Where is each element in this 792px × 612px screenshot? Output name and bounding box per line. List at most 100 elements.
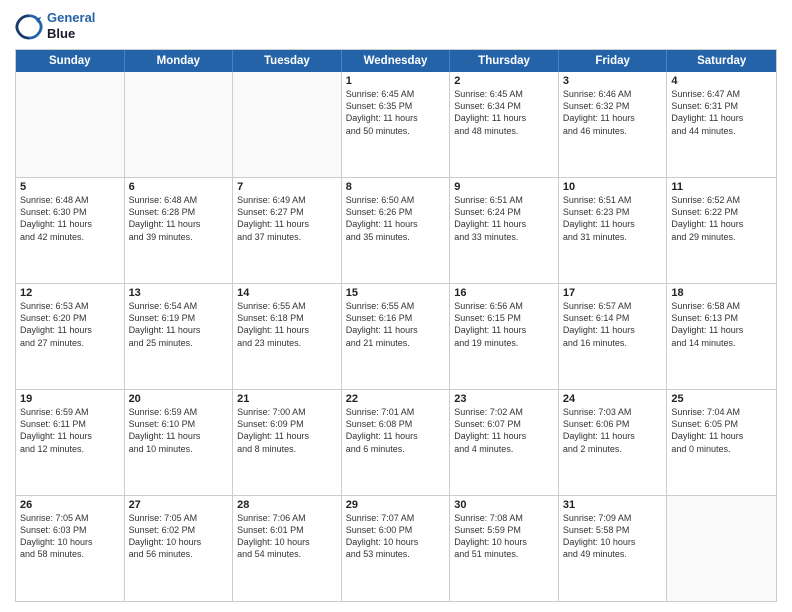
day-cell: 22Sunrise: 7:01 AMSunset: 6:08 PMDayligh… xyxy=(342,390,451,495)
day-number: 13 xyxy=(129,287,229,299)
day-number: 20 xyxy=(129,393,229,405)
day-info: Sunrise: 6:55 AMSunset: 6:18 PMDaylight:… xyxy=(237,300,337,349)
day-number: 9 xyxy=(454,181,554,193)
day-cell: 25Sunrise: 7:04 AMSunset: 6:05 PMDayligh… xyxy=(667,390,776,495)
day-cell: 27Sunrise: 7:05 AMSunset: 6:02 PMDayligh… xyxy=(125,496,234,601)
day-info: Sunrise: 7:04 AMSunset: 6:05 PMDaylight:… xyxy=(671,406,772,455)
day-number: 29 xyxy=(346,499,446,511)
day-number: 26 xyxy=(20,499,120,511)
day-number: 3 xyxy=(563,75,663,87)
day-cell: 23Sunrise: 7:02 AMSunset: 6:07 PMDayligh… xyxy=(450,390,559,495)
calendar-body: 1Sunrise: 6:45 AMSunset: 6:35 PMDaylight… xyxy=(16,72,776,601)
day-cell xyxy=(233,72,342,177)
day-info: Sunrise: 6:55 AMSunset: 6:16 PMDaylight:… xyxy=(346,300,446,349)
logo-text: General Blue xyxy=(47,10,95,41)
day-cell: 19Sunrise: 6:59 AMSunset: 6:11 PMDayligh… xyxy=(16,390,125,495)
day-number: 16 xyxy=(454,287,554,299)
day-info: Sunrise: 7:03 AMSunset: 6:06 PMDaylight:… xyxy=(563,406,663,455)
week-row-2: 12Sunrise: 6:53 AMSunset: 6:20 PMDayligh… xyxy=(16,283,776,389)
day-cell: 20Sunrise: 6:59 AMSunset: 6:10 PMDayligh… xyxy=(125,390,234,495)
day-info: Sunrise: 6:58 AMSunset: 6:13 PMDaylight:… xyxy=(671,300,772,349)
day-cell: 21Sunrise: 7:00 AMSunset: 6:09 PMDayligh… xyxy=(233,390,342,495)
day-header-saturday: Saturday xyxy=(667,50,776,72)
day-number: 4 xyxy=(671,75,772,87)
day-cell xyxy=(16,72,125,177)
day-info: Sunrise: 7:05 AMSunset: 6:02 PMDaylight:… xyxy=(129,512,229,561)
day-cell: 6Sunrise: 6:48 AMSunset: 6:28 PMDaylight… xyxy=(125,178,234,283)
day-cell: 3Sunrise: 6:46 AMSunset: 6:32 PMDaylight… xyxy=(559,72,668,177)
day-cell xyxy=(667,496,776,601)
page: General Blue SundayMondayTuesdayWednesda… xyxy=(0,0,792,612)
day-info: Sunrise: 6:47 AMSunset: 6:31 PMDaylight:… xyxy=(671,88,772,137)
day-header-friday: Friday xyxy=(559,50,668,72)
day-cell: 4Sunrise: 6:47 AMSunset: 6:31 PMDaylight… xyxy=(667,72,776,177)
day-number: 15 xyxy=(346,287,446,299)
week-row-0: 1Sunrise: 6:45 AMSunset: 6:35 PMDaylight… xyxy=(16,72,776,177)
day-cell: 12Sunrise: 6:53 AMSunset: 6:20 PMDayligh… xyxy=(16,284,125,389)
day-info: Sunrise: 6:50 AMSunset: 6:26 PMDaylight:… xyxy=(346,194,446,243)
day-number: 18 xyxy=(671,287,772,299)
day-cell: 2Sunrise: 6:45 AMSunset: 6:34 PMDaylight… xyxy=(450,72,559,177)
day-info: Sunrise: 7:08 AMSunset: 5:59 PMDaylight:… xyxy=(454,512,554,561)
day-number: 6 xyxy=(129,181,229,193)
day-info: Sunrise: 7:07 AMSunset: 6:00 PMDaylight:… xyxy=(346,512,446,561)
day-number: 1 xyxy=(346,75,446,87)
day-info: Sunrise: 6:54 AMSunset: 6:19 PMDaylight:… xyxy=(129,300,229,349)
day-cell: 16Sunrise: 6:56 AMSunset: 6:15 PMDayligh… xyxy=(450,284,559,389)
day-cell: 29Sunrise: 7:07 AMSunset: 6:00 PMDayligh… xyxy=(342,496,451,601)
day-number: 7 xyxy=(237,181,337,193)
day-cell: 24Sunrise: 7:03 AMSunset: 6:06 PMDayligh… xyxy=(559,390,668,495)
day-info: Sunrise: 7:05 AMSunset: 6:03 PMDaylight:… xyxy=(20,512,120,561)
day-info: Sunrise: 6:49 AMSunset: 6:27 PMDaylight:… xyxy=(237,194,337,243)
day-header-monday: Monday xyxy=(125,50,234,72)
day-info: Sunrise: 6:45 AMSunset: 6:35 PMDaylight:… xyxy=(346,88,446,137)
day-number: 27 xyxy=(129,499,229,511)
day-info: Sunrise: 6:46 AMSunset: 6:32 PMDaylight:… xyxy=(563,88,663,137)
day-cell: 13Sunrise: 6:54 AMSunset: 6:19 PMDayligh… xyxy=(125,284,234,389)
day-header-tuesday: Tuesday xyxy=(233,50,342,72)
day-info: Sunrise: 6:48 AMSunset: 6:30 PMDaylight:… xyxy=(20,194,120,243)
day-cell: 18Sunrise: 6:58 AMSunset: 6:13 PMDayligh… xyxy=(667,284,776,389)
day-info: Sunrise: 7:06 AMSunset: 6:01 PMDaylight:… xyxy=(237,512,337,561)
day-info: Sunrise: 6:51 AMSunset: 6:24 PMDaylight:… xyxy=(454,194,554,243)
day-cell: 10Sunrise: 6:51 AMSunset: 6:23 PMDayligh… xyxy=(559,178,668,283)
day-info: Sunrise: 7:01 AMSunset: 6:08 PMDaylight:… xyxy=(346,406,446,455)
day-info: Sunrise: 7:02 AMSunset: 6:07 PMDaylight:… xyxy=(454,406,554,455)
logo-line1: General xyxy=(47,10,95,26)
day-info: Sunrise: 7:00 AMSunset: 6:09 PMDaylight:… xyxy=(237,406,337,455)
day-cell: 9Sunrise: 6:51 AMSunset: 6:24 PMDaylight… xyxy=(450,178,559,283)
day-number: 28 xyxy=(237,499,337,511)
day-number: 31 xyxy=(563,499,663,511)
day-info: Sunrise: 6:45 AMSunset: 6:34 PMDaylight:… xyxy=(454,88,554,137)
day-number: 5 xyxy=(20,181,120,193)
logo-icon xyxy=(15,12,43,40)
day-info: Sunrise: 6:57 AMSunset: 6:14 PMDaylight:… xyxy=(563,300,663,349)
day-number: 30 xyxy=(454,499,554,511)
day-cell: 26Sunrise: 7:05 AMSunset: 6:03 PMDayligh… xyxy=(16,496,125,601)
day-cell: 28Sunrise: 7:06 AMSunset: 6:01 PMDayligh… xyxy=(233,496,342,601)
day-number: 24 xyxy=(563,393,663,405)
header: General Blue xyxy=(15,10,777,41)
day-number: 22 xyxy=(346,393,446,405)
day-cell: 31Sunrise: 7:09 AMSunset: 5:58 PMDayligh… xyxy=(559,496,668,601)
calendar: SundayMondayTuesdayWednesdayThursdayFrid… xyxy=(15,49,777,602)
day-cell: 15Sunrise: 6:55 AMSunset: 6:16 PMDayligh… xyxy=(342,284,451,389)
day-header-sunday: Sunday xyxy=(16,50,125,72)
day-info: Sunrise: 6:59 AMSunset: 6:11 PMDaylight:… xyxy=(20,406,120,455)
day-number: 14 xyxy=(237,287,337,299)
day-number: 17 xyxy=(563,287,663,299)
day-cell: 11Sunrise: 6:52 AMSunset: 6:22 PMDayligh… xyxy=(667,178,776,283)
day-info: Sunrise: 6:52 AMSunset: 6:22 PMDaylight:… xyxy=(671,194,772,243)
day-headers: SundayMondayTuesdayWednesdayThursdayFrid… xyxy=(16,50,776,72)
day-info: Sunrise: 6:53 AMSunset: 6:20 PMDaylight:… xyxy=(20,300,120,349)
day-cell: 14Sunrise: 6:55 AMSunset: 6:18 PMDayligh… xyxy=(233,284,342,389)
day-info: Sunrise: 6:56 AMSunset: 6:15 PMDaylight:… xyxy=(454,300,554,349)
day-info: Sunrise: 6:59 AMSunset: 6:10 PMDaylight:… xyxy=(129,406,229,455)
logo: General Blue xyxy=(15,10,95,41)
day-number: 19 xyxy=(20,393,120,405)
day-number: 2 xyxy=(454,75,554,87)
day-cell: 7Sunrise: 6:49 AMSunset: 6:27 PMDaylight… xyxy=(233,178,342,283)
day-number: 25 xyxy=(671,393,772,405)
day-cell: 8Sunrise: 6:50 AMSunset: 6:26 PMDaylight… xyxy=(342,178,451,283)
day-number: 21 xyxy=(237,393,337,405)
